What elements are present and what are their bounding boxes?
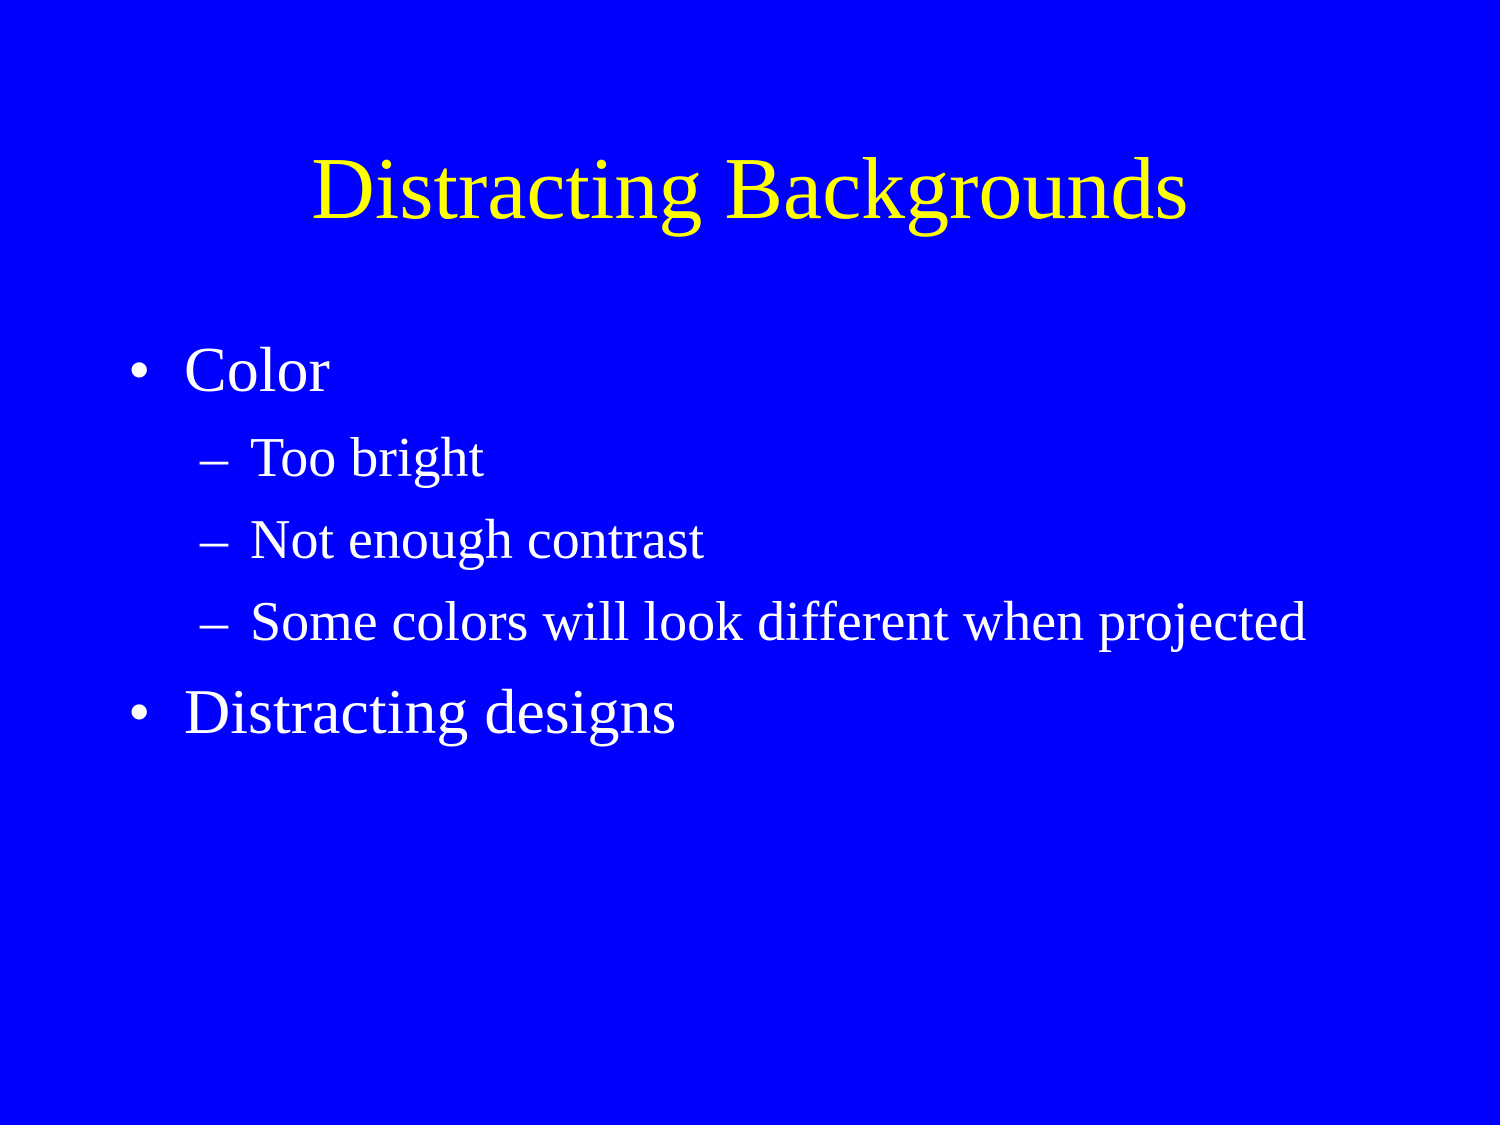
bullet-text: Distracting designs: [184, 676, 677, 747]
dash-marker: –: [200, 427, 228, 489]
sub-item-text: Some colors will look different when pro…: [250, 591, 1307, 653]
slide: Distracting Backgrounds • Color – Too br…: [0, 0, 1500, 1125]
slide-title: Distracting Backgrounds: [311, 141, 1189, 238]
bullet-marker: •: [128, 676, 151, 747]
sub-item-text: Not enough contrast: [250, 509, 705, 571]
dash-marker: –: [200, 509, 228, 571]
sub-item-text: Too bright: [250, 427, 485, 489]
bullet-text: Color: [184, 334, 330, 405]
dash-marker: –: [200, 591, 228, 653]
bullet-marker: •: [128, 334, 151, 405]
